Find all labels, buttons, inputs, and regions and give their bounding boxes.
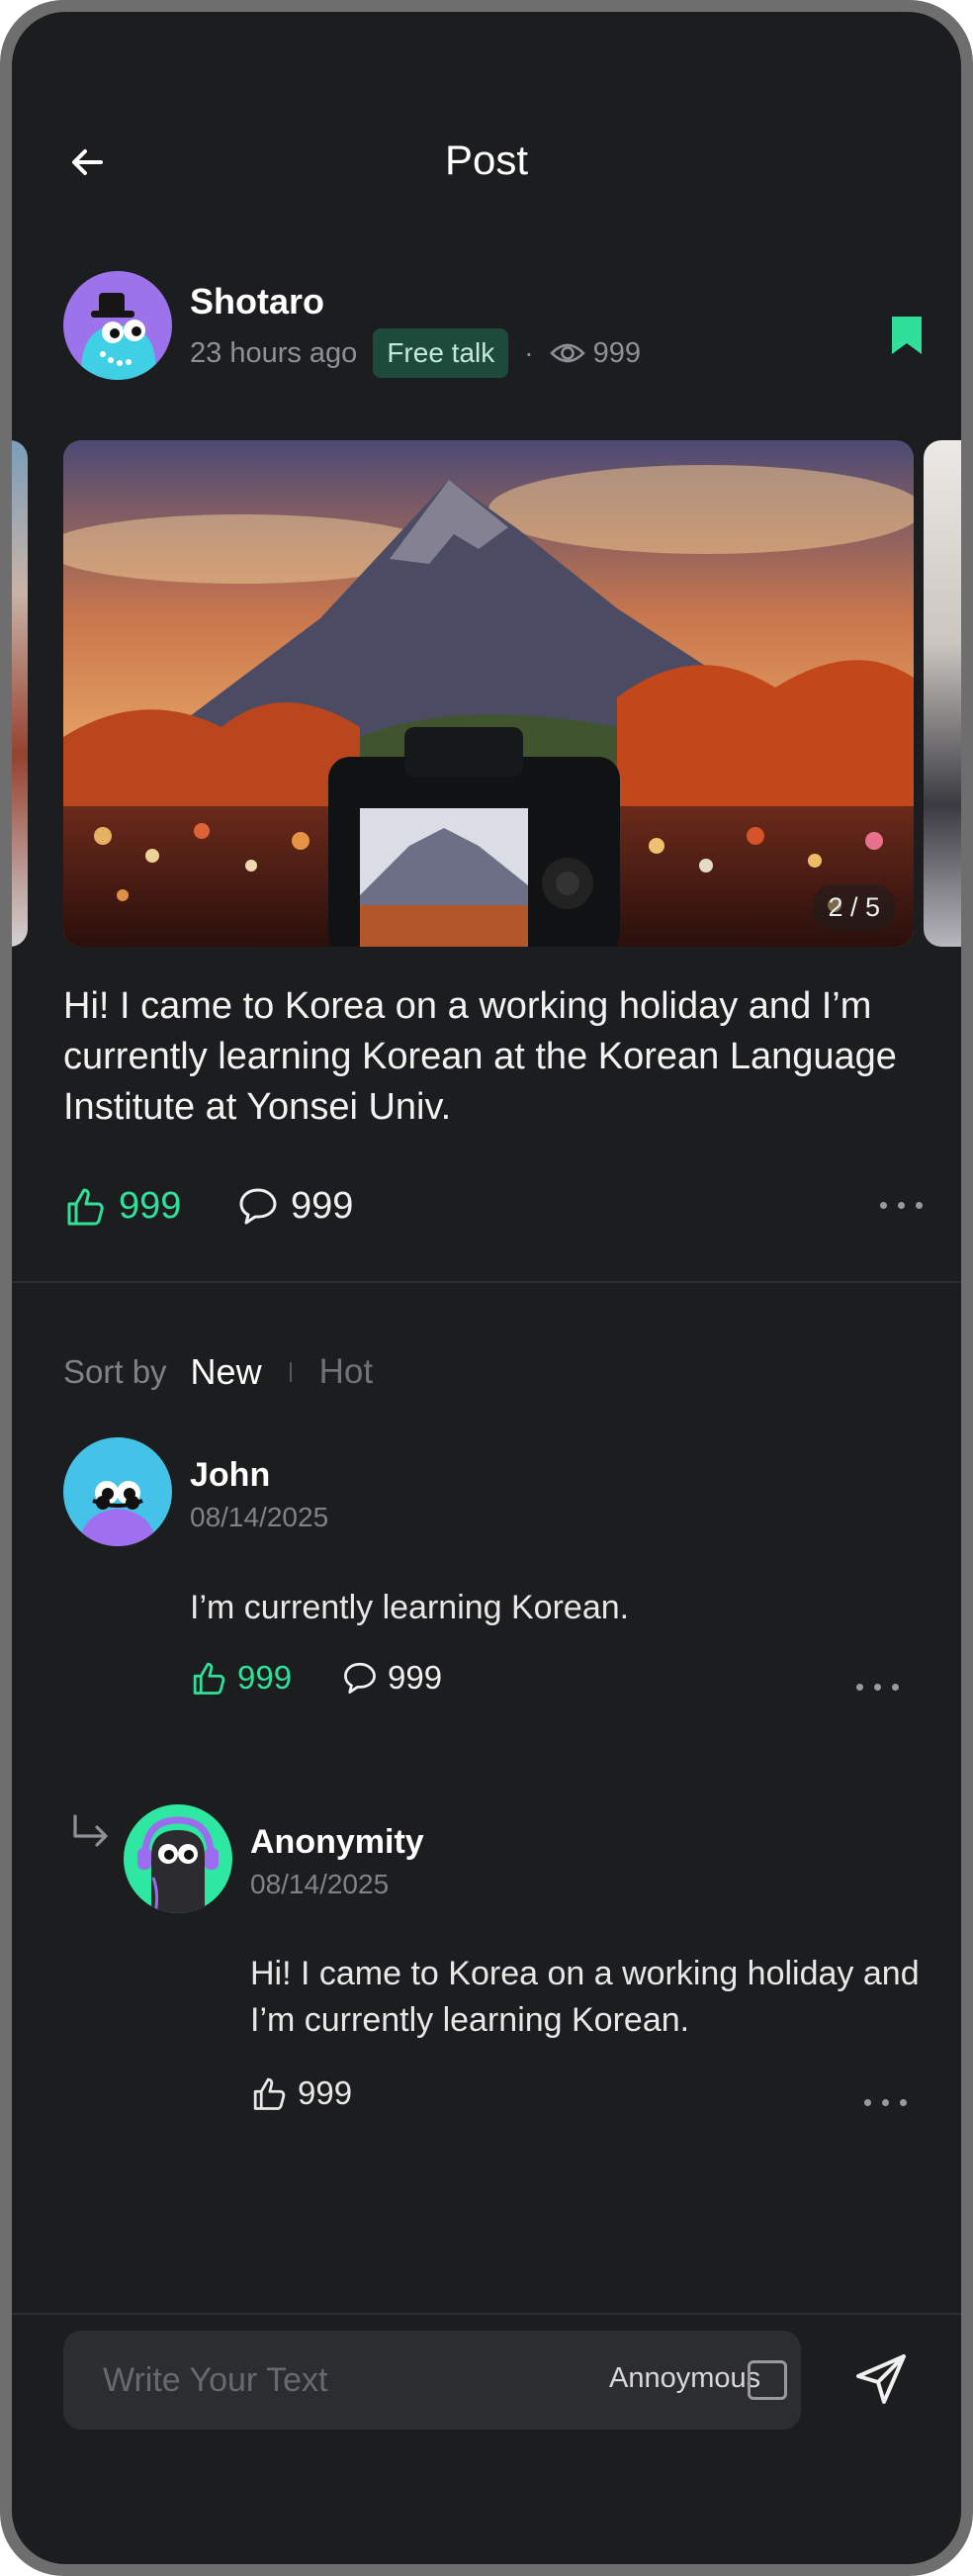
post-time: 23 hours ago [190, 336, 358, 369]
post-more-button[interactable] [880, 1196, 924, 1216]
author-avatar[interactable] [63, 271, 172, 380]
bookmark-button[interactable] [890, 315, 924, 356]
device-frame: Post Shotaro 23 hours ago Free talk · 99… [0, 0, 973, 2576]
comment-reply-button[interactable]: 999 [342, 1654, 442, 1702]
page-title: Post [444, 137, 529, 183]
comment-date: 08/14/2025 [190, 1502, 329, 1532]
thumbs-up-icon [253, 2077, 286, 2110]
like-count: 999 [119, 1184, 182, 1227]
comment-input[interactable] [103, 2331, 528, 2430]
sort-separator [289, 1362, 292, 1382]
post-actions: 999 999 [63, 1179, 924, 1233]
comment-like-button[interactable]: 999 [190, 1654, 292, 1702]
comment-more-button[interactable] [856, 1678, 900, 1698]
anonymous-label: Annoymous [609, 2362, 761, 2394]
image-carousel[interactable]: 2 / 5 [12, 440, 961, 947]
reply-text: Hi! I came to Korea on a working holiday… [250, 1955, 920, 2039]
comment-reply-count: 999 [388, 1659, 443, 1696]
reply-author-name[interactable]: Anonymity [250, 1823, 424, 1862]
app-header: Post [12, 121, 961, 200]
bookmark-icon [892, 317, 922, 354]
send-icon [856, 2354, 906, 2404]
send-button[interactable] [850, 2346, 914, 2410]
next-slide[interactable] [924, 440, 961, 947]
comment-button[interactable]: 999 [237, 1179, 353, 1233]
author-name[interactable]: Shotaro [190, 281, 324, 322]
commenter-avatar[interactable] [63, 1437, 172, 1546]
comment-sort: Sort by New Hot [63, 1347, 373, 1397]
like-button[interactable]: 999 [63, 1179, 181, 1233]
reply-date: 08/14/2025 [250, 1869, 390, 1899]
post-author: Shotaro 23 hours ago Free talk · 999 [63, 271, 924, 390]
app-screen: Post Shotaro 23 hours ago Free talk · 99… [12, 12, 961, 2564]
comment-bubble-icon [344, 1662, 376, 1694]
sort-label: Sort by [63, 1353, 167, 1390]
category-badge[interactable]: Free talk [373, 328, 509, 378]
composer-divider [12, 2313, 961, 2315]
post-body-text: Hi! I came to Korea on a working holiday… [63, 985, 897, 1128]
reply-more-button[interactable] [864, 2093, 908, 2113]
comment-count: 999 [291, 1184, 354, 1227]
post-meta: 23 hours ago Free talk · 999 [190, 326, 641, 380]
comment-like-count: 999 [237, 1659, 293, 1696]
meta-separator: · [524, 337, 534, 368]
commenter-name[interactable]: John [190, 1456, 270, 1495]
current-slide-image[interactable]: 2 / 5 [63, 440, 914, 947]
anonymous-checkbox[interactable] [748, 2360, 787, 2400]
view-count: 999 [549, 336, 641, 370]
eye-icon [549, 343, 585, 363]
reply-avatar[interactable] [124, 1804, 232, 1913]
slide-counter: 2 / 5 [812, 884, 896, 931]
sort-hot-option[interactable]: Hot [319, 1352, 373, 1392]
sort-new-option[interactable]: New [191, 1351, 262, 1393]
comment-bubble-icon [239, 1188, 277, 1225]
reply-like-button[interactable]: 999 [250, 2070, 352, 2117]
comment-text: I’m currently learning Korean. [190, 1589, 630, 1626]
comment-composer: Annoymous [63, 2331, 801, 2430]
section-divider [12, 1281, 961, 1283]
reply-arrow-icon [73, 1814, 108, 1847]
reply-like-count: 999 [298, 2074, 353, 2111]
previous-slide[interactable] [12, 440, 28, 947]
thumbs-up-icon [193, 1662, 225, 1695]
view-count-value: 999 [592, 336, 641, 369]
thumbs-up-icon [67, 1188, 104, 1226]
